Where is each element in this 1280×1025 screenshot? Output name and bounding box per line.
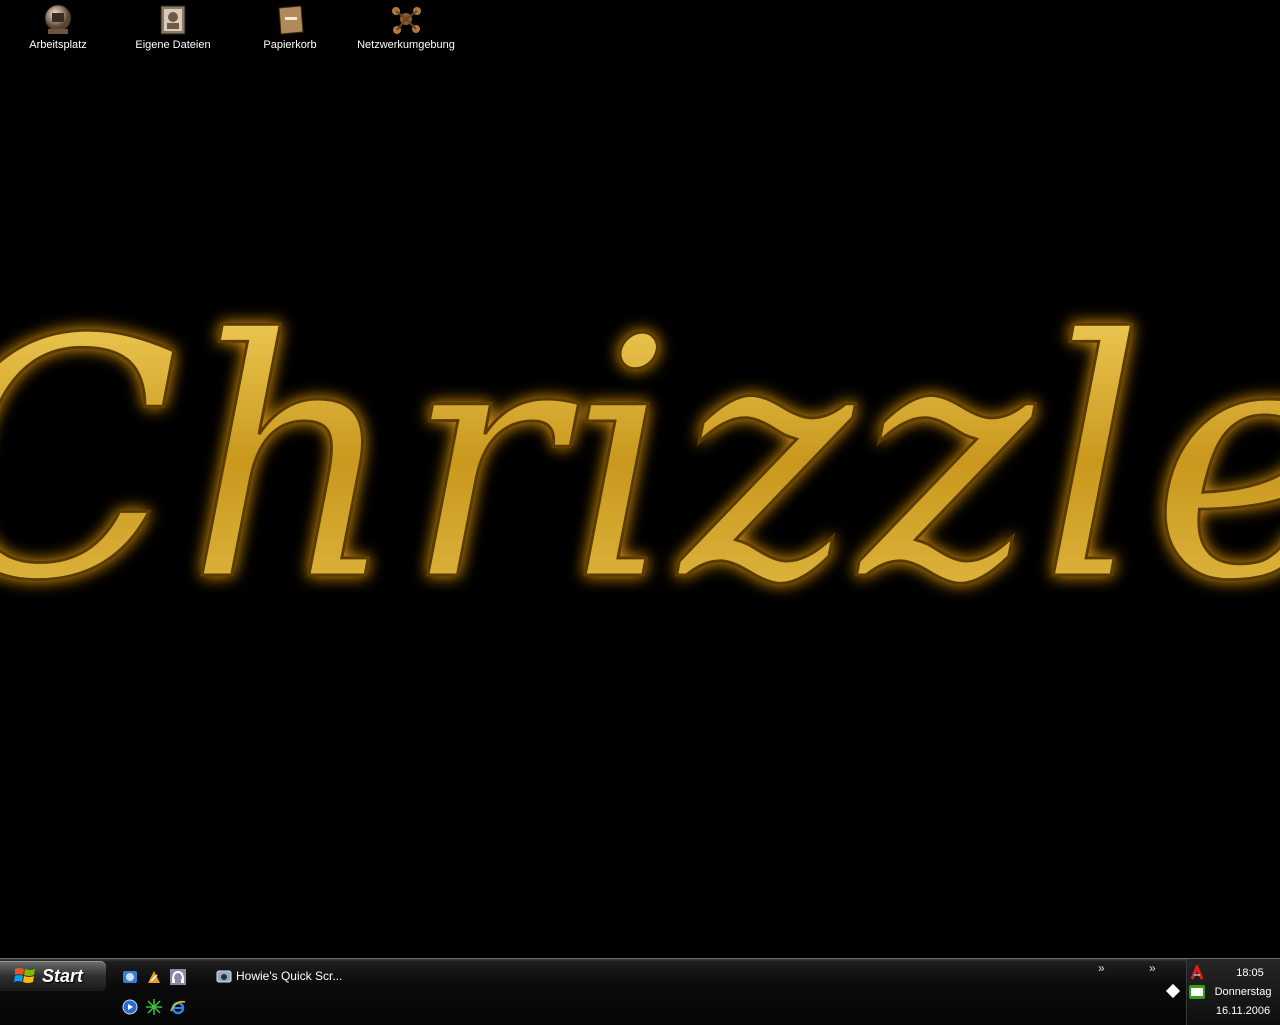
clock-day: Donnerstag [1214, 986, 1272, 998]
desktop-icon-arbeitsplatz[interactable]: Arbeitsplatz [3, 0, 113, 58]
windows-logo-icon [14, 968, 35, 983]
desktop-icon-label: Netzwerkumgebung [357, 39, 455, 51]
start-label: Start [42, 965, 84, 986]
camera-app-icon [216, 970, 232, 983]
my-documents-icon [160, 5, 186, 35]
nvidia-icon[interactable] [1189, 985, 1205, 999]
tray-expand-icon[interactable] [1165, 983, 1181, 999]
toolbar-chevron-2[interactable]: » [1149, 961, 1156, 975]
desktop-icon-label: Arbeitsplatz [29, 39, 87, 51]
outlook-express-icon[interactable] [122, 969, 138, 985]
desktop-icon-netzwerkumgebung[interactable]: Netzwerkumgebung [351, 0, 461, 58]
media-player-icon[interactable] [122, 999, 138, 1015]
clock-time[interactable]: 18:05 [1225, 967, 1275, 979]
wallpaper-text: Chrizzle [0, 269, 1280, 650]
internet-explorer-icon[interactable] [170, 999, 186, 1015]
antivir-umbrella-icon[interactable] [1189, 965, 1205, 981]
winamp-icon[interactable] [146, 969, 162, 985]
task-title: Howie's Quick Scr... [236, 969, 343, 983]
network-places-icon [392, 7, 421, 34]
headphones-icon[interactable] [170, 969, 186, 985]
desktop-icon-papierkorb[interactable]: Papierkorb [235, 0, 345, 58]
sparkle-icon[interactable] [146, 999, 162, 1015]
start-button[interactable]: Start [0, 961, 106, 991]
toolbar-chevron-1[interactable]: » [1098, 961, 1105, 975]
wallpaper-logo: Chrizzle [0, 268, 1280, 651]
desktop-icon-eigene-dateien[interactable]: Eigene Dateien [118, 0, 228, 58]
task-button-howies-quick-screenshot[interactable]: Howie's Quick Scr... [212, 963, 372, 989]
my-computer-icon [44, 4, 72, 34]
desktop-icon-label: Papierkorb [263, 39, 317, 51]
recycle-bin-icon [278, 5, 304, 35]
clock-date: 16.11.2006 [1215, 1005, 1271, 1017]
desktop-icon-label: Eigene Dateien [135, 39, 211, 51]
system-tray: 18:05 Donnerstag 16.11.2006 [1186, 959, 1280, 1025]
taskbar: Start Howie's Quick Scr... » » 18:05 Don… [0, 958, 1280, 1025]
